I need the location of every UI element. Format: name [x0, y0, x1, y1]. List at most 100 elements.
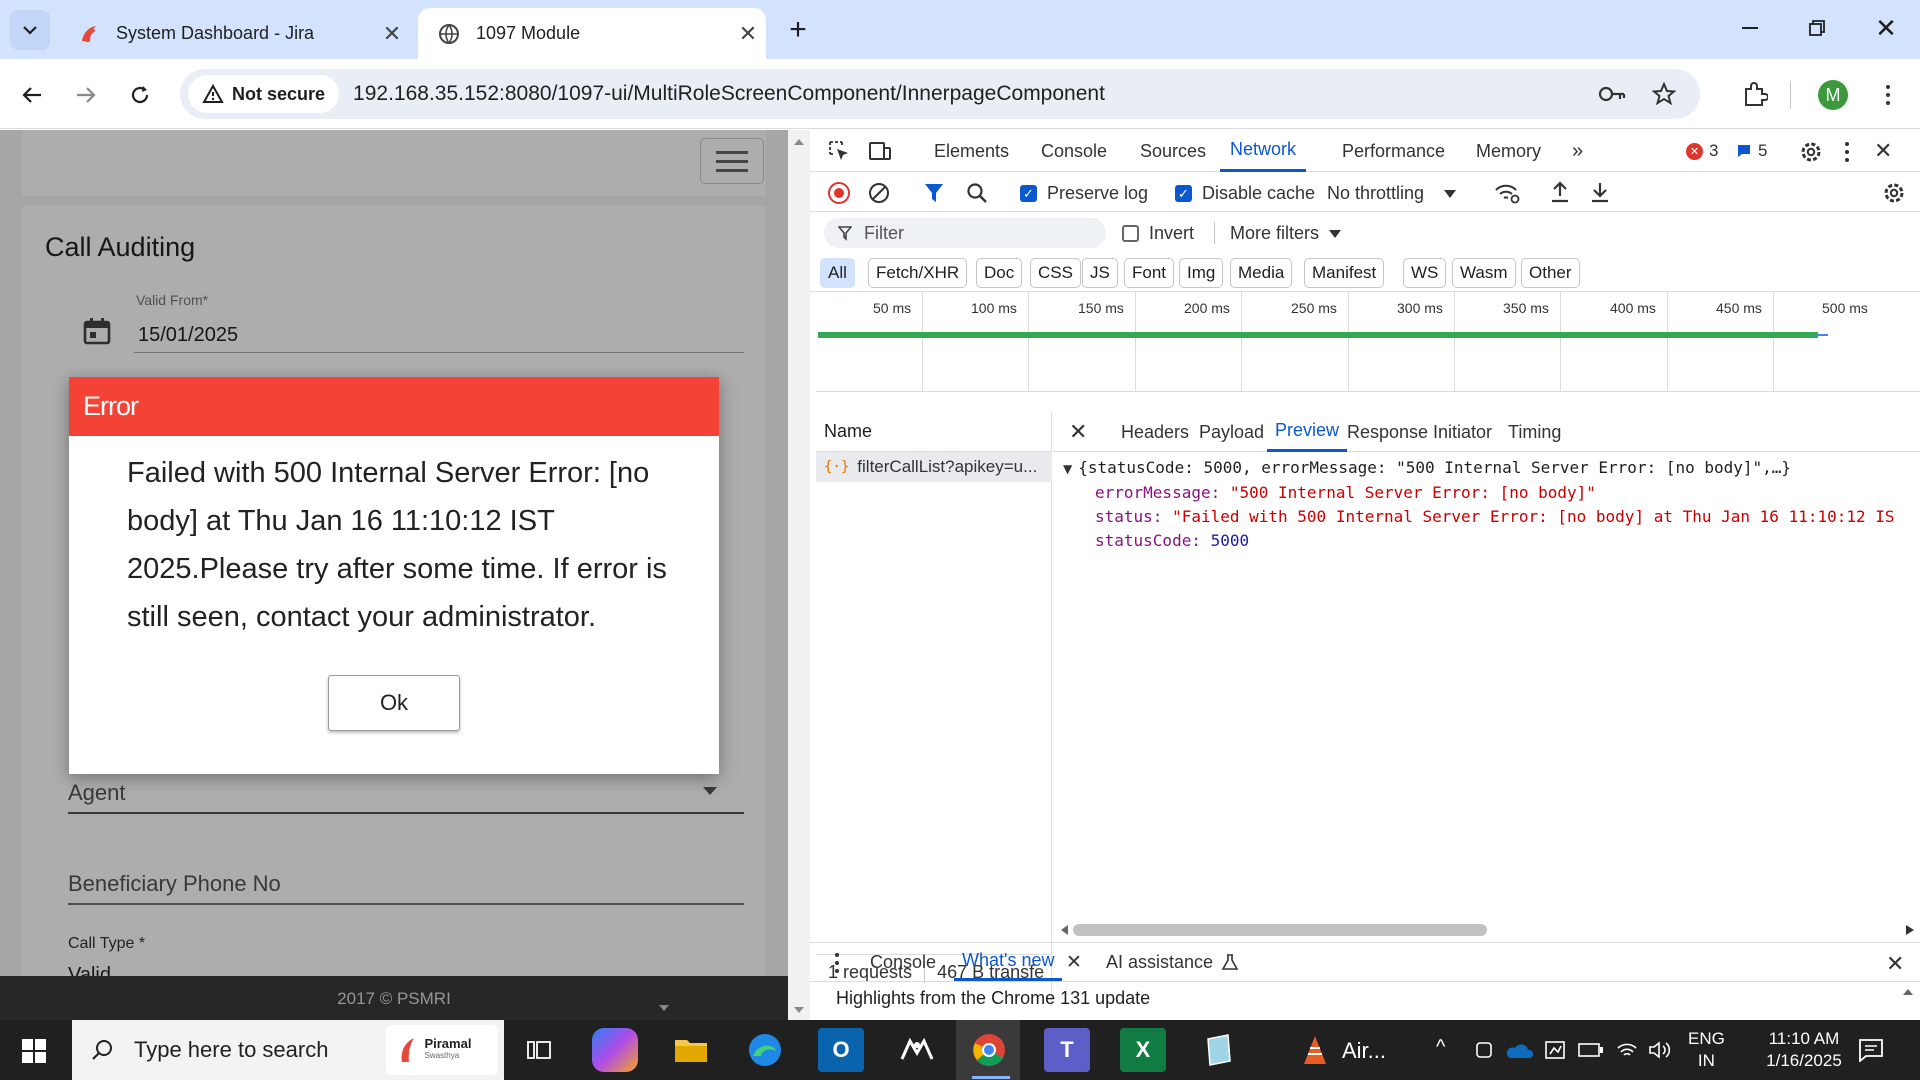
type-filter-manifest[interactable]: Manifest [1304, 258, 1385, 288]
minimize-button[interactable] [1730, 8, 1770, 48]
clock[interactable]: 11:10 AM 1/16/2025 [1744, 1028, 1864, 1072]
reload-button[interactable] [122, 77, 158, 113]
scroll-right-icon[interactable] [1906, 925, 1914, 935]
taskbar-app-air[interactable]: Air... [1300, 1034, 1386, 1068]
volume-icon[interactable] [1648, 1040, 1672, 1060]
message-badge[interactable]: 5 [1736, 141, 1767, 161]
tab-timing[interactable]: Timing [1508, 412, 1561, 452]
filter-input[interactable]: Filter [824, 218, 1106, 248]
type-filter-all[interactable]: All [820, 258, 855, 288]
error-badge[interactable]: ✕ 3 [1686, 141, 1718, 161]
type-filter-media[interactable]: Media [1230, 258, 1293, 288]
scroll-left-icon[interactable] [1061, 925, 1069, 935]
network-overview-timeline[interactable]: 50 ms 100 ms 150 ms 200 ms 250 ms 300 ms… [816, 292, 1920, 392]
excel-icon[interactable]: X [1120, 1028, 1166, 1072]
clear-icon[interactable] [868, 182, 890, 204]
notepad-icon[interactable] [1196, 1028, 1242, 1072]
file-explorer-icon[interactable] [668, 1028, 714, 1072]
network-settings-gear-icon[interactable] [1882, 181, 1906, 205]
avatar[interactable]: M [1818, 80, 1848, 110]
close-details-icon[interactable]: ✕ [1069, 412, 1087, 452]
windows-start-icon[interactable] [22, 1039, 46, 1063]
star-icon[interactable] [1652, 82, 1676, 106]
expand-triangle-icon[interactable]: ▼ [1063, 462, 1072, 476]
copilot-icon[interactable] [592, 1028, 638, 1072]
scroll-up-icon[interactable] [793, 138, 805, 146]
type-filter-css[interactable]: CSS [1030, 258, 1081, 288]
scrollbar-thumb[interactable] [1073, 924, 1487, 936]
scroll-down-icon[interactable] [793, 1006, 805, 1014]
outlook-icon[interactable]: O [818, 1028, 864, 1072]
tray-app-icon[interactable] [1544, 1040, 1566, 1060]
tab-payload[interactable]: Payload [1199, 412, 1264, 452]
taskbar-search-box[interactable]: Type here to search Piramal Swasthya [72, 1020, 504, 1080]
type-filter-font[interactable]: Font [1124, 258, 1175, 288]
app-star-icon[interactable] [894, 1028, 940, 1072]
search-icon[interactable] [966, 182, 988, 204]
record-icon[interactable] [828, 182, 850, 204]
type-filter-js[interactable]: JS [1082, 258, 1118, 288]
tab-console[interactable]: Console [1041, 130, 1107, 172]
tab-performance[interactable]: Performance [1342, 130, 1445, 172]
teams-icon[interactable]: T [1044, 1028, 1090, 1072]
network-conditions-icon[interactable] [1494, 182, 1520, 204]
new-tab-button[interactable]: + [780, 12, 816, 48]
more-filters-button[interactable]: More filters [1230, 223, 1342, 244]
devtools-menu-kebab-icon[interactable] [1844, 142, 1850, 162]
address-bar[interactable]: Not secure 192.168.35.152:8080/1097-ui/M… [180, 69, 1700, 119]
chrome-icon[interactable] [966, 1028, 1012, 1072]
type-filter-other[interactable]: Other [1521, 258, 1580, 288]
extensions-icon[interactable] [1742, 81, 1768, 107]
close-drawer-icon[interactable]: ✕ [1886, 951, 1904, 977]
export-har-icon[interactable] [1590, 181, 1610, 203]
tab-headers[interactable]: Headers [1121, 412, 1189, 452]
tab-search-button[interactable] [10, 10, 50, 50]
invert-checkbox[interactable]: Invert [1122, 223, 1194, 244]
tab-preview[interactable]: Preview [1267, 412, 1348, 452]
scroll-down-icon[interactable] [658, 1004, 670, 1012]
settings-gear-icon[interactable] [1799, 140, 1823, 164]
type-filter-wasm[interactable]: Wasm [1452, 258, 1516, 288]
browser-menu-button[interactable] [1878, 81, 1898, 109]
tab-memory[interactable]: Memory [1476, 130, 1541, 172]
inspect-element-icon[interactable] [828, 140, 850, 162]
drawer-scrollbar[interactable] [1896, 982, 1920, 1022]
ok-button[interactable]: Ok [328, 675, 460, 731]
type-filter-img[interactable]: Img [1179, 258, 1224, 288]
tab-initiator[interactable]: Initiator [1433, 412, 1492, 452]
page-scrollbar[interactable] [788, 130, 810, 1022]
close-icon[interactable]: ✕ [730, 21, 766, 47]
task-view-icon[interactable] [526, 1038, 552, 1062]
edge-icon[interactable] [742, 1028, 788, 1072]
security-chip[interactable]: Not secure [188, 75, 340, 113]
browser-tab-jira[interactable]: System Dashboard - Jira ✕ [58, 8, 410, 59]
json-summary-row[interactable]: ▼ {statusCode: 5000, errorMessage: "500 I… [1063, 456, 1920, 481]
more-tabs-chevron-icon[interactable]: » [1572, 130, 1583, 172]
tray-chevron-up-icon[interactable]: ^ [1436, 1036, 1445, 1059]
request-row[interactable]: {·} filterCallList?apikey=u... [816, 452, 1052, 482]
disable-cache-checkbox[interactable]: ✓ Disable cache [1175, 183, 1315, 204]
import-har-icon[interactable] [1550, 181, 1570, 203]
restore-button[interactable] [1797, 8, 1837, 48]
drawer-tab-whats-new[interactable]: What's new [954, 943, 1063, 981]
browser-tab-1097[interactable]: 1097 Module ✕ [418, 8, 766, 59]
forward-button[interactable] [68, 77, 104, 113]
close-devtools-icon[interactable]: ✕ [1874, 138, 1892, 164]
preserve-log-checkbox[interactable]: ✓ Preserve log [1020, 183, 1148, 204]
filter-funnel-icon[interactable] [924, 182, 944, 204]
drawer-menu-kebab-icon[interactable] [834, 953, 840, 973]
wifi-icon[interactable] [1616, 1040, 1638, 1060]
battery-icon[interactable] [1578, 1042, 1604, 1058]
type-filter-ws[interactable]: WS [1403, 258, 1447, 288]
key-icon[interactable] [1598, 84, 1626, 104]
close-drawer-tab-icon[interactable]: ✕ [1066, 951, 1082, 974]
tab-elements[interactable]: Elements [934, 130, 1009, 172]
notification-icon[interactable] [1858, 1038, 1884, 1062]
type-filter-doc[interactable]: Doc [976, 258, 1023, 288]
close-icon[interactable]: ✕ [374, 21, 410, 47]
horizontal-scrollbar[interactable] [1053, 920, 1920, 940]
throttling-select[interactable]: No throttling [1327, 183, 1457, 204]
name-column-header[interactable]: Name [816, 412, 1052, 452]
tab-network[interactable]: Network [1220, 130, 1307, 172]
type-filter-fetch-xhr[interactable]: Fetch/XHR [868, 258, 968, 288]
